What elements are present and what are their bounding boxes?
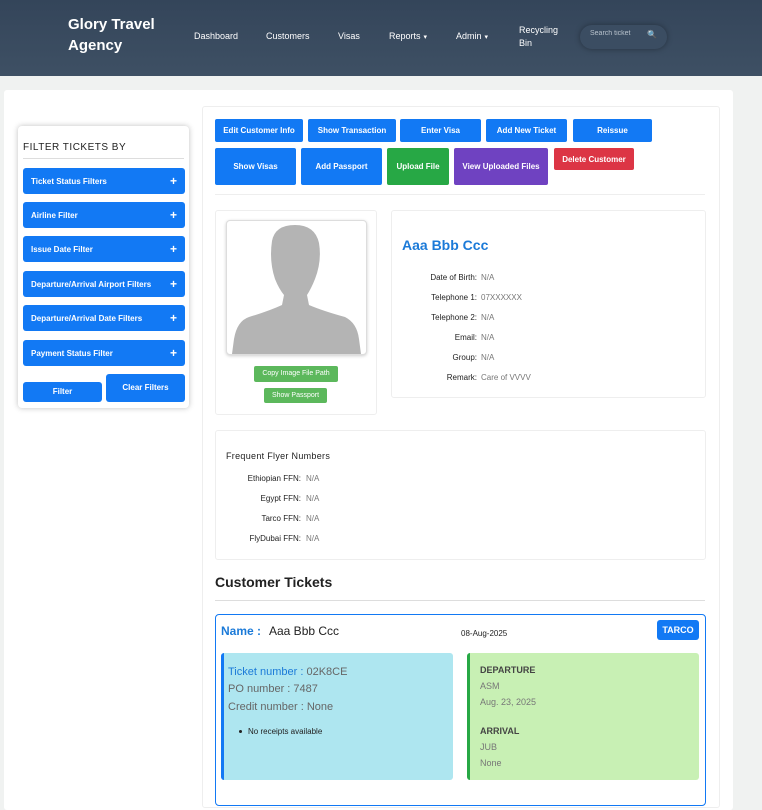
plus-icon: + — [169, 277, 177, 291]
ffn-value: N/A — [306, 534, 320, 543]
ticket-name-label: Name : — [221, 624, 262, 638]
ticket-number-label: Ticket number : — [228, 666, 304, 678]
departure-date: Aug. 23, 2025 — [480, 697, 537, 707]
receipts-note: No receipts available — [248, 727, 323, 736]
plus-icon: + — [169, 174, 177, 188]
email-label: Email: — [454, 333, 477, 342]
credit-number: Credit number : None — [228, 701, 334, 713]
po-number: PO number : 7487 — [228, 683, 318, 695]
nav-dashboard[interactable]: Dashboard — [194, 31, 238, 41]
divider — [215, 194, 705, 195]
delete-customer-button[interactable]: Delete Customer — [554, 148, 634, 170]
ffn-label: Tarco FFN: — [261, 514, 301, 523]
filter-label: Departure/Arrival Airport Filters — [31, 280, 152, 289]
ffn-value: N/A — [306, 494, 320, 503]
tickets-heading: Customer Tickets — [215, 574, 333, 590]
filter-button[interactable]: Filter — [23, 382, 102, 402]
add-passport-button[interactable]: Add Passport — [301, 148, 382, 185]
plus-icon: + — [169, 242, 177, 256]
show-transaction-button[interactable]: Show Transaction — [308, 119, 396, 142]
telephone2-label: Telephone 2: — [431, 313, 477, 322]
customer-photo — [226, 220, 367, 355]
email-value: N/A — [481, 333, 495, 342]
view-uploaded-files-button[interactable]: View Uploaded Files — [454, 148, 548, 185]
ffn-value: N/A — [306, 514, 320, 523]
divider — [23, 158, 184, 159]
filter-issue-date[interactable]: Issue Date Filter + — [23, 236, 185, 262]
nav-admin-label: Admin — [456, 31, 482, 41]
telephone1-label: Telephone 1: — [431, 293, 477, 302]
ticket-name-value: Aaa Bbb Ccc — [269, 624, 340, 638]
filter-panel: FILTER TICKETS BY Ticket Status Filters +… — [18, 126, 189, 408]
search-icon[interactable]: 🔍 — [647, 30, 657, 39]
ticket-number-value: 02K8CE — [306, 666, 348, 678]
ffn-label: Egypt FFN: — [260, 494, 301, 503]
search-input[interactable] — [590, 30, 638, 37]
ticket-number: Ticket number : 02K8CE — [228, 666, 347, 678]
ticket-date: 08-Aug-2025 — [461, 629, 508, 638]
reissue-button[interactable]: Reissue — [573, 119, 652, 142]
show-passport-button[interactable]: Show Passport — [264, 388, 327, 403]
departure-airport: ASM — [480, 681, 500, 691]
plus-icon: + — [169, 311, 177, 325]
show-visas-button[interactable]: Show Visas — [215, 148, 296, 185]
filter-label: Ticket Status Filters — [31, 177, 107, 186]
arrival-airport: JUB — [480, 742, 498, 752]
filter-payment-status[interactable]: Payment Status Filter + — [23, 340, 185, 366]
filter-label: Issue Date Filter — [31, 245, 93, 254]
add-ticket-button[interactable]: Add New Ticket — [486, 119, 567, 142]
ffn-value: N/A — [306, 474, 320, 483]
search-box: 🔍 — [580, 25, 667, 49]
arrival-date: None — [480, 758, 502, 768]
bullet-icon — [239, 730, 242, 733]
filter-ticket-status[interactable]: Ticket Status Filters + — [23, 168, 185, 194]
filter-title: FILTER TICKETS BY — [23, 142, 127, 153]
plus-icon: + — [169, 346, 177, 360]
group-value: N/A — [481, 353, 495, 362]
filter-label: Departure/Arrival Date Filters — [31, 314, 143, 323]
arrival-label: ARRIVAL — [480, 726, 520, 736]
nav-visas[interactable]: Visas — [338, 31, 360, 41]
chevron-down-icon: ▾ — [484, 34, 489, 41]
plus-icon: + — [169, 208, 177, 222]
dob-label: Date of Birth: — [430, 273, 477, 282]
nav-admin[interactable]: Admin ▾ — [456, 31, 488, 41]
nav-reports[interactable]: Reports ▾ — [389, 31, 427, 41]
filter-departure-date[interactable]: Departure/Arrival Date Filters + — [23, 305, 185, 331]
top-navbar: Glory Travel Agency Dashboard Customers … — [0, 0, 762, 76]
nav-reports-label: Reports — [389, 31, 421, 41]
ffn-label: FlyDubai FFN: — [249, 534, 301, 543]
edit-customer-button[interactable]: Edit Customer Info — [215, 119, 303, 142]
upload-file-button[interactable]: Upload File — [387, 148, 449, 185]
telephone2-value: N/A — [481, 313, 495, 322]
remark-label: Remark: — [446, 373, 477, 382]
ffn-label: Ethiopian FFN: — [247, 474, 301, 483]
dob-value: N/A — [481, 273, 495, 282]
filter-label: Payment Status Filter — [31, 349, 113, 358]
remark-value: Care of VVVV — [481, 373, 531, 382]
filter-label: Airline Filter — [31, 211, 78, 220]
clear-filters-button[interactable]: Clear Filters — [106, 374, 185, 402]
avatar-silhouette-icon — [232, 225, 361, 354]
filter-airport[interactable]: Departure/Arrival Airport Filters + — [23, 271, 185, 297]
copy-image-path-button[interactable]: Copy Image File Path — [254, 366, 338, 382]
brand-logo[interactable]: Glory Travel Agency — [68, 14, 168, 56]
enter-visa-button[interactable]: Enter Visa — [400, 119, 481, 142]
group-label: Group: — [452, 353, 477, 362]
departure-label: DEPARTURE — [480, 665, 536, 675]
chevron-down-icon: ▾ — [423, 34, 428, 41]
airline-badge[interactable]: TARCO — [657, 620, 699, 640]
ffn-title: Frequent Flyer Numbers — [226, 451, 331, 461]
divider — [215, 600, 705, 601]
customer-name: Aaa Bbb Ccc — [402, 237, 489, 253]
nav-customers[interactable]: Customers — [266, 31, 310, 41]
nav-recycling-bin[interactable]: Recycling Bin — [519, 24, 569, 50]
filter-airline[interactable]: Airline Filter + — [23, 202, 185, 228]
telephone1-value: 07XXXXXX — [481, 293, 522, 302]
